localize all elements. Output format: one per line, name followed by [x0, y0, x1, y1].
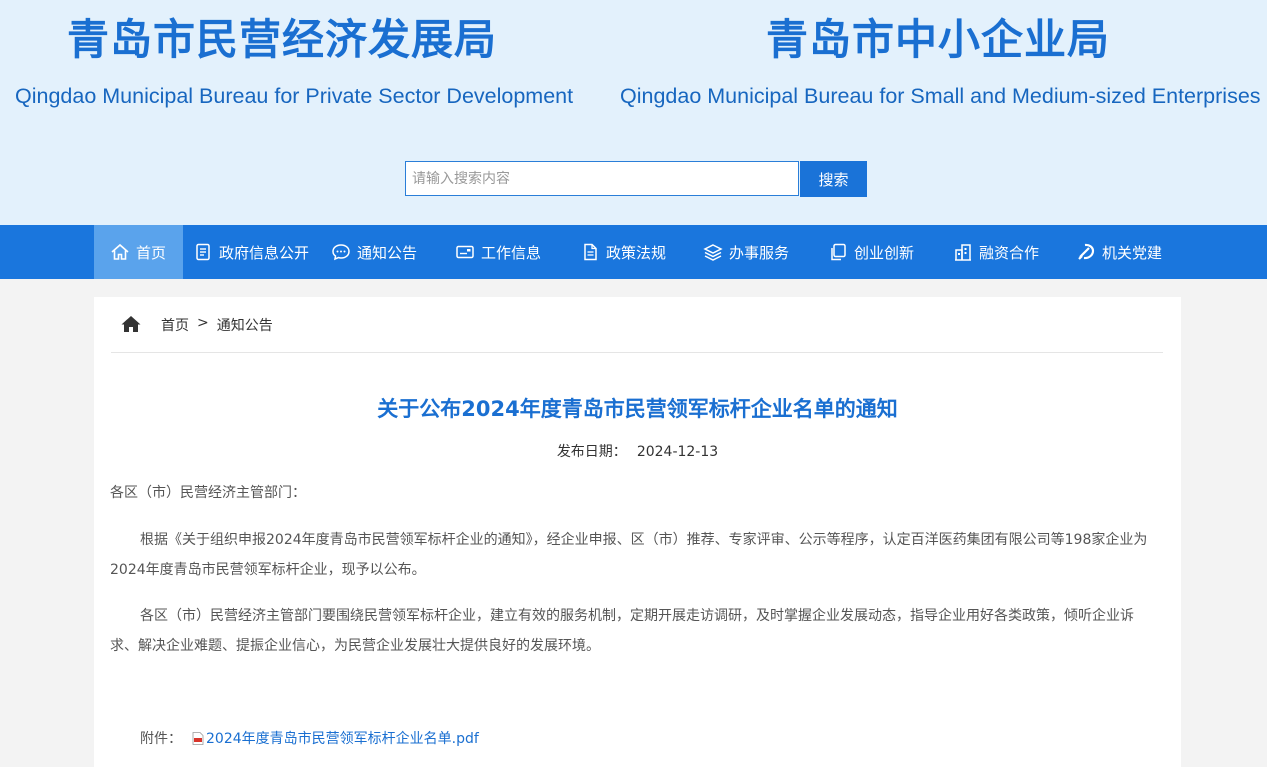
file-icon	[580, 242, 600, 262]
publish-date-value: 2024-12-13	[636, 444, 719, 460]
nav-item-label: 首页	[136, 243, 167, 262]
nav-item-policies[interactable]: 政策法规	[580, 225, 666, 279]
party-emblem-icon	[1076, 242, 1096, 262]
building-icon	[953, 242, 973, 262]
site-header: 青岛市民营经济发展局 Qingdao Municipal Bureau for …	[0, 0, 1267, 225]
brand-right-title-cn: 青岛市中小企业局	[766, 15, 1111, 64]
article-container: 首页 > 通知公告 关于公布2024年度青岛市民营领军标杆企业名单的通知 发布日…	[94, 297, 1181, 767]
nav-item-gov-info[interactable]: 政府信息公开	[193, 225, 309, 279]
brand-left-title-cn: 青岛市民营经济发展局	[67, 15, 498, 64]
nav-item-label: 工作信息	[481, 243, 542, 262]
breadcrumb-home-link[interactable]: 首页	[161, 315, 189, 335]
article-title: 关于公布2024年度青岛市民营领军标杆企业名单的通知	[377, 397, 898, 421]
brand-right-title-en: Qingdao Municipal Bureau for Small and M…	[620, 84, 1261, 108]
publish-date-label: 发布日期：	[556, 444, 627, 460]
chat-icon	[331, 242, 351, 262]
brand-left-title-en: Qingdao Municipal Bureau for Private Sec…	[15, 84, 574, 108]
search-input[interactable]	[405, 161, 799, 196]
nav-item-label: 机关党建	[1102, 243, 1163, 262]
breadcrumb-separator: >	[197, 315, 209, 331]
nav-item-home[interactable]: 首页	[94, 225, 183, 279]
main-nav: 首页 政府信息公开 通知公告 工作信息 政策法规 办事服务 创业创新 融资合作 …	[0, 225, 1267, 279]
nav-item-work-info[interactable]: 工作信息	[455, 225, 541, 279]
attachment-label: 附件：	[140, 731, 182, 747]
article-paragraph-2: 各区（市）民营经济主管部门要围绕民营领军标杆企业，建立有效的服务机制，定期开展走…	[110, 608, 1134, 654]
brand-sme: 青岛市中小企业局 Qingdao Municipal Bureau for Sm…	[620, 14, 1261, 110]
nav-item-services[interactable]: 办事服务	[703, 225, 789, 279]
home-icon	[110, 242, 130, 262]
document-icon	[193, 242, 213, 262]
copy-icon	[828, 242, 848, 262]
article-greeting: 各区（市）民营经济主管部门：	[110, 485, 306, 501]
nav-item-label: 融资合作	[979, 243, 1040, 262]
card-icon	[455, 242, 475, 262]
breadcrumb: 首页 > 通知公告	[111, 315, 1163, 353]
nav-item-label: 政策法规	[606, 243, 667, 262]
pdf-icon	[192, 731, 204, 745]
nav-item-label: 办事服务	[729, 243, 790, 262]
attachment: 附件： 2024年度青岛市民营领军标杆企业名单.pdf	[140, 728, 479, 748]
nav-item-label: 政府信息公开	[219, 243, 310, 262]
brand-private-sector: 青岛市民营经济发展局 Qingdao Municipal Bureau for …	[15, 14, 573, 110]
nav-item-label: 创业创新	[854, 243, 915, 262]
breadcrumb-current-link[interactable]: 通知公告	[217, 315, 273, 335]
publish-date: 发布日期： 2024-12-13	[94, 441, 1181, 461]
home-icon	[121, 315, 141, 333]
article-paragraph-1: 根据《关于组织申报2024年度青岛市民营领军标杆企业的通知》，经企业申报、区（市…	[110, 532, 1148, 578]
nav-item-notices[interactable]: 通知公告	[331, 225, 417, 279]
nav-item-party-building[interactable]: 机关党建	[1076, 225, 1162, 279]
nav-item-financing[interactable]: 融资合作	[953, 225, 1039, 279]
layers-icon	[703, 242, 723, 262]
nav-item-label: 通知公告	[357, 243, 418, 262]
search-button[interactable]: 搜索	[800, 161, 867, 197]
attachment-pdf-link[interactable]: 2024年度青岛市民营领军标杆企业名单.pdf	[206, 728, 479, 748]
nav-item-entrepreneurship[interactable]: 创业创新	[828, 225, 914, 279]
